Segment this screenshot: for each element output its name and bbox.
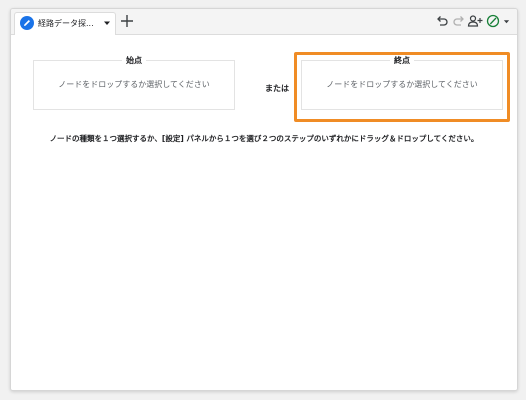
- status-check-icon: [486, 14, 500, 28]
- redo-icon[interactable]: [452, 14, 466, 28]
- instruction-text: ノードの種類を１つ選択するか、[設定] パネルから１つを選び２つのステップのいず…: [49, 134, 479, 143]
- tab-path-exploration[interactable]: 経路データ探...: [14, 12, 116, 35]
- tab-bar: 経路データ探...: [11, 9, 517, 35]
- status-menu-button[interactable]: [484, 13, 512, 29]
- or-label: または: [265, 84, 289, 93]
- tab-label: 経路データ探...: [38, 19, 94, 28]
- pencil-icon: [20, 16, 34, 30]
- exploration-panel: 経路データ探... 始点 ノードをドロップするか選択してください または 終点 …: [10, 8, 518, 391]
- add-tab-icon[interactable]: [119, 13, 135, 29]
- undo-icon[interactable]: [435, 14, 449, 28]
- start-node-placeholder: ノードをドロップするか選択してください: [58, 80, 210, 89]
- end-node-highlight: [294, 52, 510, 122]
- canvas: 始点 ノードをドロップするか選択してください または 終点 ノードをドロップする…: [11, 35, 517, 390]
- chevron-down-icon[interactable]: [103, 19, 111, 27]
- start-node-dropzone[interactable]: 始点 ノードをドロップするか選択してください: [33, 55, 235, 110]
- chevron-down-icon: [503, 20, 510, 24]
- share-user-icon[interactable]: [467, 14, 483, 28]
- start-node-title: 始点: [122, 55, 146, 66]
